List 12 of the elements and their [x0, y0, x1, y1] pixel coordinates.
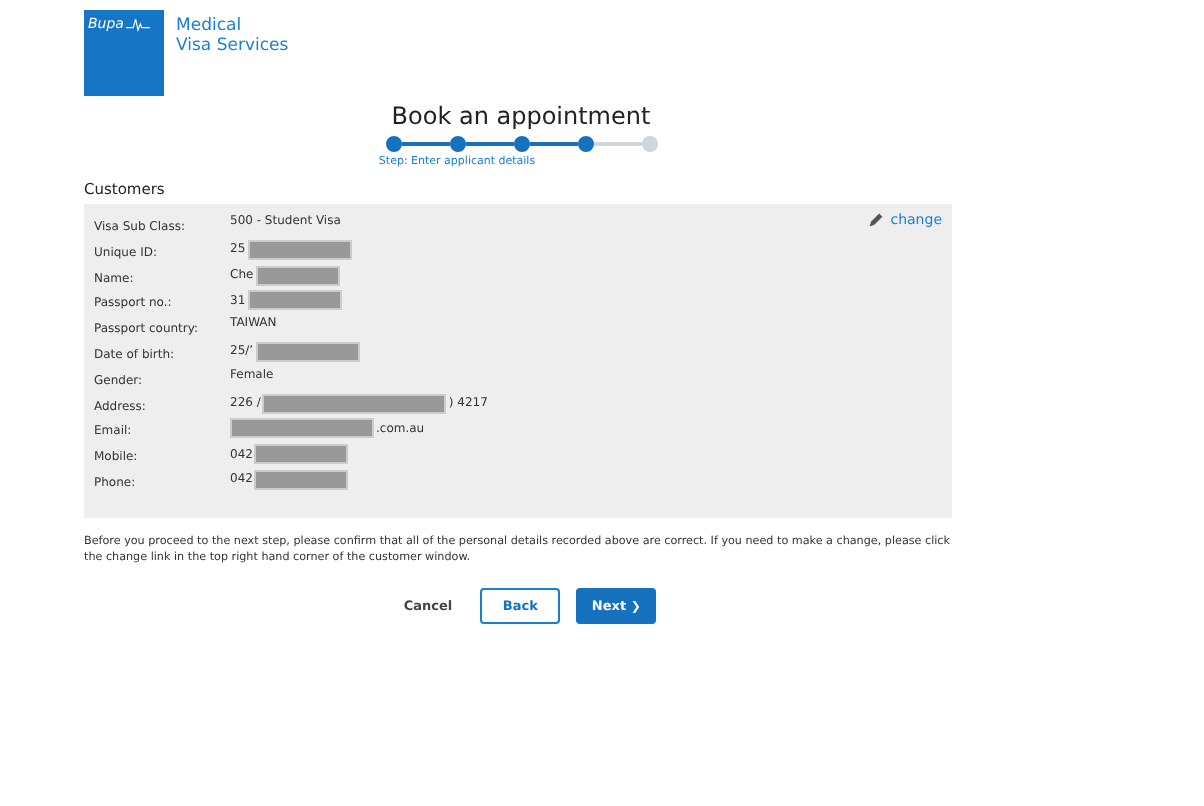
- redaction-bar: [255, 265, 340, 286]
- brand-name: Medical: [176, 16, 244, 36]
- redaction-bar: [254, 444, 349, 465]
- page-title: Book an appointment: [391, 102, 651, 130]
- redaction-bar: [254, 469, 349, 490]
- redaction-bar: [230, 418, 374, 439]
- pencil-icon: [868, 212, 885, 228]
- redaction-bar: [255, 341, 360, 362]
- redaction-bar: [247, 239, 352, 260]
- heartbeat-icon: [125, 16, 150, 32]
- brand-name: Visa Services: [176, 36, 289, 56]
- redaction-bar: [247, 290, 342, 311]
